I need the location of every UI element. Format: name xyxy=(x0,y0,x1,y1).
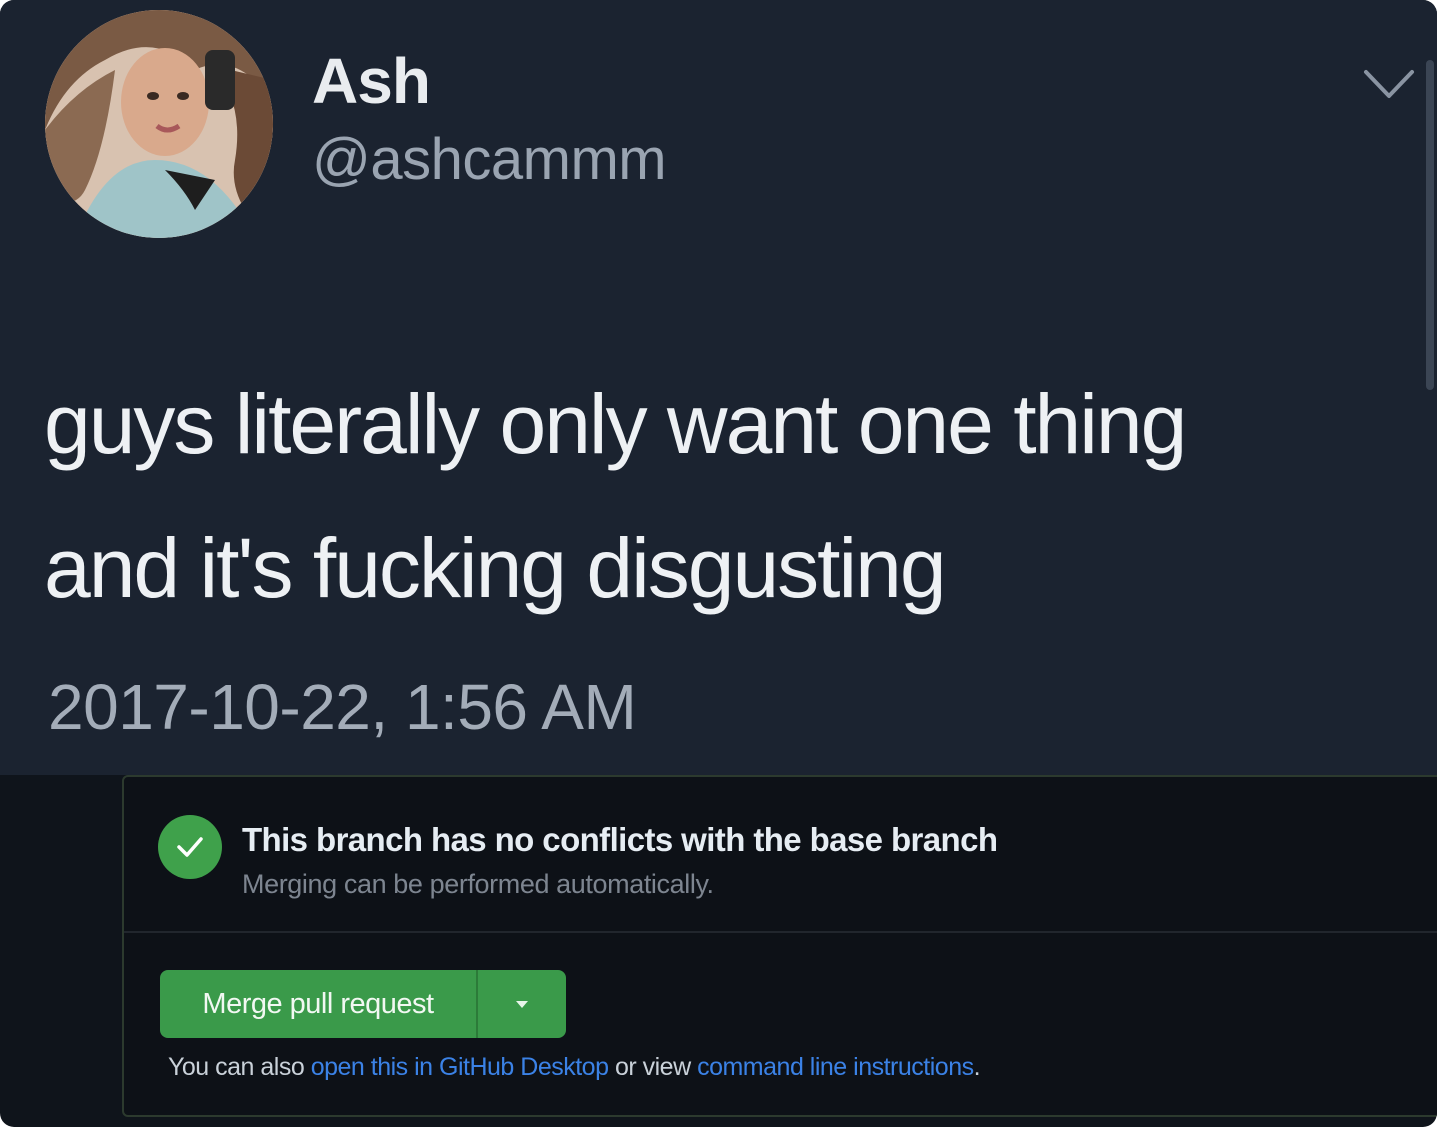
status-title: This branch has no conflicts with the ba… xyxy=(242,821,998,858)
merge-status: This branch has no conflicts with the ba… xyxy=(124,777,1437,933)
screenshot-frame: Ash @ashcammm guys literally only want o… xyxy=(0,0,1437,1127)
tweet-card: Ash @ashcammm guys literally only want o… xyxy=(0,0,1437,775)
status-subtitle: Merging can be performed automatically. xyxy=(242,869,714,899)
command-line-instructions-link[interactable]: command line instructions xyxy=(697,1053,974,1081)
period-text: . xyxy=(973,1053,981,1081)
or-view-text: or view xyxy=(614,1053,691,1081)
display-name[interactable]: Ash xyxy=(312,44,431,118)
check-circle-icon xyxy=(158,815,222,879)
chevron-down-icon[interactable] xyxy=(1360,64,1418,104)
merge-button-group: Merge pull request xyxy=(160,970,566,1038)
also-prefix: You can also xyxy=(168,1053,305,1081)
tweet-timestamp[interactable]: 2017-10-22, 1:56 AM xyxy=(48,670,637,744)
user-handle[interactable]: @ashcammm xyxy=(312,126,667,193)
caret-down-icon xyxy=(516,1001,528,1008)
tweet-text: guys literally only want one thing and i… xyxy=(44,352,1424,640)
avatar[interactable] xyxy=(45,10,273,238)
tweet-text-line: and it's fucking disgusting xyxy=(44,521,947,615)
merge-options-dropdown[interactable] xyxy=(478,970,566,1038)
github-desktop-link[interactable]: open this in GitHub Desktop xyxy=(311,1053,609,1081)
scrollbar[interactable] xyxy=(1426,60,1434,390)
tweet-text-line: guys literally only want one thing xyxy=(44,377,1187,471)
merge-pull-request-button[interactable]: Merge pull request xyxy=(160,970,476,1038)
avatar-photo-icon xyxy=(45,10,273,238)
alternative-options-text: You can also open this in GitHub Desktop… xyxy=(168,1053,981,1082)
merge-box: This branch has no conflicts with the ba… xyxy=(122,775,1437,1117)
